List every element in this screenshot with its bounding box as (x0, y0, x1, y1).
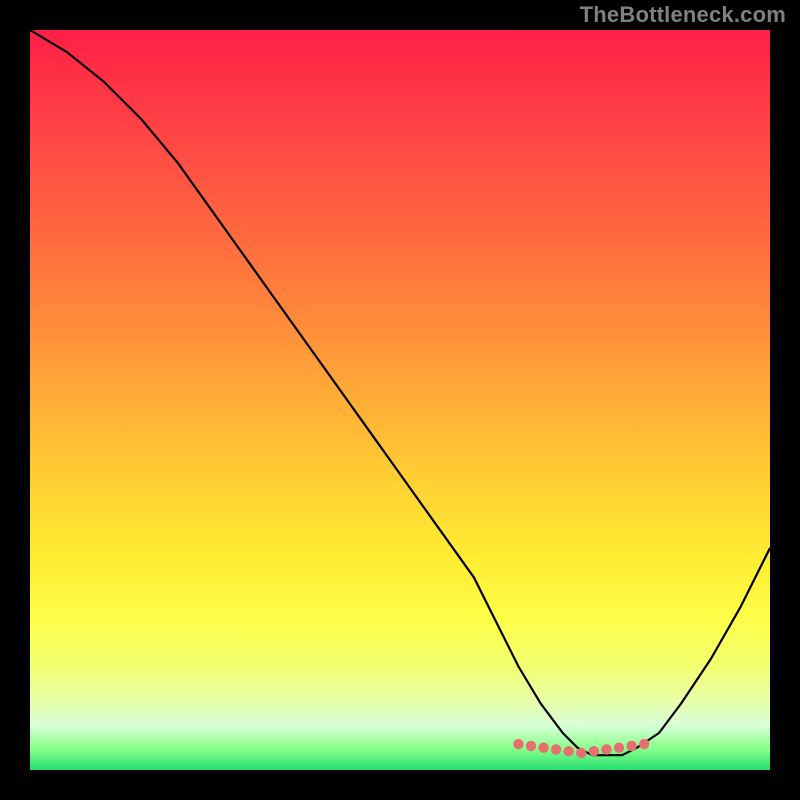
optimal-dot (513, 739, 523, 749)
optimal-dot (601, 744, 611, 754)
optimal-dot (576, 748, 586, 758)
watermark-text: TheBottleneck.com (580, 2, 786, 28)
curve-layer (30, 30, 770, 770)
optimal-range-dots (513, 739, 649, 758)
optimal-dot (589, 746, 599, 756)
optimal-dot (551, 744, 561, 754)
chart-frame: TheBottleneck.com (0, 0, 800, 800)
optimal-dot (626, 741, 636, 751)
optimal-dot (564, 746, 574, 756)
optimal-dot (538, 743, 548, 753)
optimal-dot (526, 741, 536, 751)
optimal-dot (614, 743, 624, 753)
plot-area (30, 30, 770, 770)
bottleneck-curve (30, 30, 770, 755)
optimal-dot (639, 739, 649, 749)
